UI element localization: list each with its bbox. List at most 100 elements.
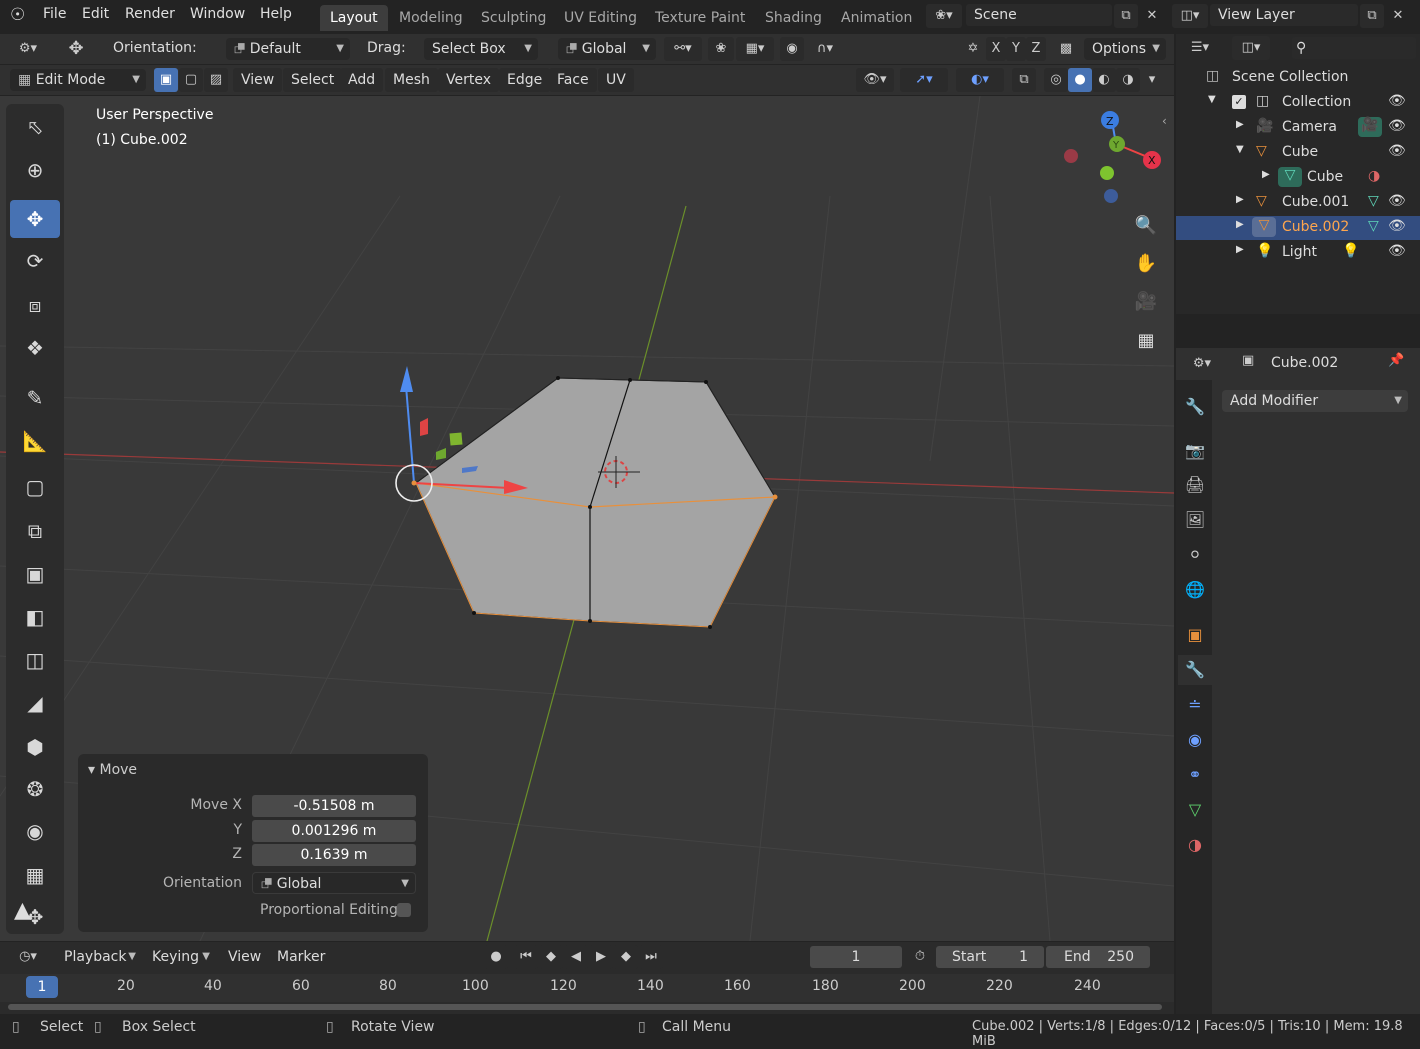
overlay-toggle-icon[interactable]: ◐▾ xyxy=(956,68,1004,92)
axis-y-toggle[interactable]: Y xyxy=(1006,37,1026,61)
world-properties-icon[interactable]: 🌐 xyxy=(1182,575,1208,605)
scene-name-field[interactable]: Scene xyxy=(966,4,1112,26)
outliner-row-cube[interactable]: ▼ ▽ Cube 👁 xyxy=(1176,141,1420,165)
constraints-properties-icon[interactable]: ⚭ xyxy=(1182,760,1208,790)
bevel-tool-icon[interactable]: ◧ xyxy=(10,598,60,636)
ortho-grid-icon[interactable]: ▦ xyxy=(1131,326,1161,356)
camera-view-icon[interactable]: 🎥 xyxy=(1131,287,1161,317)
outliner-editor-type-icon[interactable]: ☰▾ xyxy=(1182,36,1218,60)
playhead-frame[interactable]: 1 xyxy=(26,976,58,998)
material-properties-icon[interactable]: ◑ xyxy=(1182,830,1208,860)
new-scene-icon[interactable]: ⧉ xyxy=(1114,4,1138,28)
menu-vertex[interactable]: Vertex xyxy=(438,68,500,92)
delete-view-layer-icon[interactable]: ✕ xyxy=(1386,4,1410,28)
eye-icon[interactable]: 👁 xyxy=(1388,193,1406,209)
add-modifier-dropdown[interactable]: Add Modifier ▼ xyxy=(1222,390,1408,412)
spin-tool-icon[interactable]: ❂ xyxy=(10,770,60,808)
object-properties-icon[interactable]: ▣ xyxy=(1182,620,1208,650)
tab-texture-paint[interactable]: Texture Paint xyxy=(645,5,755,31)
shear-tool-icon[interactable]: ▲ xyxy=(14,898,31,923)
auto-merge-icon[interactable]: ▩ xyxy=(1054,37,1078,61)
light-data-icon[interactable]: 💡 xyxy=(1342,243,1359,259)
snap-target-icon[interactable]: ▦▾ xyxy=(736,37,774,61)
tab-animation[interactable]: Animation xyxy=(831,5,922,31)
tab-shading[interactable]: Shading xyxy=(755,5,832,31)
transform-space-dropdown[interactable]: ⮻ Global ▼ xyxy=(558,38,656,60)
menu-uv[interactable]: UV xyxy=(598,68,634,92)
menu-window[interactable]: Window xyxy=(190,6,245,22)
timeline-view-menu[interactable]: View xyxy=(228,949,261,965)
disclosure-triangle-icon[interactable]: ▼ xyxy=(1208,94,1216,105)
loop-cut-tool-icon[interactable]: ◫ xyxy=(10,641,60,679)
outliner-row-camera[interactable]: ▶ 🎥 Camera 🎥 👁 xyxy=(1176,116,1420,140)
smooth-tool-icon[interactable]: ◉ xyxy=(10,812,60,850)
scene-properties-icon[interactable]: ⚪ xyxy=(1182,540,1208,570)
outliner-row-cube-mesh[interactable]: ▶ ▽ Cube ◑ xyxy=(1176,166,1420,190)
eye-icon[interactable]: 👁 xyxy=(1388,118,1406,134)
gizmo-toggle-icon[interactable]: ➚▾ xyxy=(900,68,948,92)
view-layer-field[interactable]: View Layer xyxy=(1210,4,1358,26)
new-view-layer-icon[interactable]: ⧉ xyxy=(1360,4,1384,28)
tab-modeling[interactable]: Modeling xyxy=(389,5,473,31)
move-panel-header[interactable]: ▾ Move xyxy=(88,762,137,778)
delete-scene-icon[interactable]: ✕ xyxy=(1140,4,1164,28)
move-z-field[interactable]: 0.1639 m xyxy=(252,844,416,866)
move-x-field[interactable]: -0.51508 m xyxy=(252,795,416,817)
zoom-icon[interactable]: 🔍 xyxy=(1131,211,1161,241)
eye-icon[interactable]: 👁 xyxy=(1388,218,1406,234)
disclosure-triangle-icon[interactable]: ▶ xyxy=(1236,244,1244,255)
keying-menu[interactable]: Keying ▼ xyxy=(144,946,216,968)
outliner-row-scene-collection[interactable]: ◫ Scene Collection xyxy=(1176,66,1420,90)
material-shading-icon[interactable]: ◐ xyxy=(1092,68,1116,92)
menu-edit[interactable]: Edit xyxy=(82,6,109,22)
falloff-icon[interactable]: ∩▾ xyxy=(806,37,844,61)
orientation-dropdown[interactable]: ⮻ Default ▼ xyxy=(226,38,350,60)
snap-toggle-icon[interactable]: ❀ xyxy=(708,37,734,61)
menu-add[interactable]: Add xyxy=(340,68,384,92)
prev-keyframe-icon[interactable]: ◆ xyxy=(539,945,563,969)
tab-sculpting[interactable]: Sculpting xyxy=(471,5,556,31)
annotate-tool-icon[interactable]: ✎ xyxy=(10,379,60,417)
face-select-icon[interactable]: ▨ xyxy=(204,68,228,92)
outliner-row-cube-001[interactable]: ▶ ▽ Cube.001 ▽ 👁 xyxy=(1176,191,1420,215)
material-icon[interactable]: ◑ xyxy=(1368,168,1380,184)
camera-data-icon[interactable]: 🎥 xyxy=(1358,117,1382,137)
modifier-properties-icon[interactable]: 🔧 xyxy=(1178,655,1212,685)
stopwatch-icon[interactable]: ⏱ xyxy=(908,945,932,969)
menu-render[interactable]: Render xyxy=(125,6,175,22)
menu-edge[interactable]: Edge xyxy=(499,68,551,92)
play-reverse-icon[interactable]: ◀ xyxy=(564,945,588,969)
select-box-tool-icon[interactable]: ⬁ xyxy=(10,108,60,146)
timeline-scrollbar[interactable] xyxy=(8,1004,1162,1010)
blender-logo-icon[interactable]: ☉ xyxy=(10,5,25,25)
start-frame-field[interactable]: Start 1 xyxy=(936,946,1044,968)
pivot-point-icon[interactable]: ⚯▾ xyxy=(664,37,702,61)
proportional-editing-checkbox[interactable] xyxy=(397,903,411,917)
scale-tool-icon[interactable]: ⧈ xyxy=(10,286,60,324)
mode-dropdown[interactable]: ▦ Edit Mode ▼ xyxy=(10,69,146,91)
end-frame-field[interactable]: End 250 xyxy=(1046,946,1150,968)
particles-properties-icon[interactable]: ≐ xyxy=(1182,690,1208,720)
scene-browse-icon[interactable]: ❀▾ xyxy=(926,4,962,28)
transform-tool-icon[interactable]: ❖ xyxy=(10,329,60,367)
current-frame-field[interactable]: 1 xyxy=(810,946,902,968)
poly-build-tool-icon[interactable]: ⬢ xyxy=(10,728,60,766)
render-properties-icon[interactable]: 📷 xyxy=(1182,436,1208,466)
jump-start-icon[interactable]: ⏮ xyxy=(514,945,538,969)
move-tool-icon[interactable]: ✥ xyxy=(10,200,60,238)
timeline-editor-type-icon[interactable]: ◷▾ xyxy=(8,945,48,969)
vertex-select-icon[interactable]: ▣ xyxy=(154,68,178,92)
inset-tool-icon[interactable]: ▣ xyxy=(10,555,60,593)
axis-x-toggle[interactable]: X xyxy=(986,37,1006,61)
xray-toggle-icon[interactable]: ⧉ xyxy=(1012,68,1036,92)
eye-icon[interactable]: 👁 xyxy=(1388,93,1406,109)
eye-icon[interactable]: 👁 xyxy=(1388,243,1406,259)
pin-icon[interactable]: 📌 xyxy=(1388,353,1404,368)
disclosure-triangle-icon[interactable]: ▶ xyxy=(1236,219,1244,230)
menu-select[interactable]: Select xyxy=(283,68,343,92)
checkbox-icon[interactable]: ✓ xyxy=(1232,95,1246,109)
output-properties-icon[interactable]: 🖨 xyxy=(1182,470,1208,500)
drag-dropdown[interactable]: Select Box ▼ xyxy=(424,38,538,60)
axis-z-toggle[interactable]: Z xyxy=(1026,37,1046,61)
outliner-search-input[interactable]: ⚲ xyxy=(1292,37,1416,59)
